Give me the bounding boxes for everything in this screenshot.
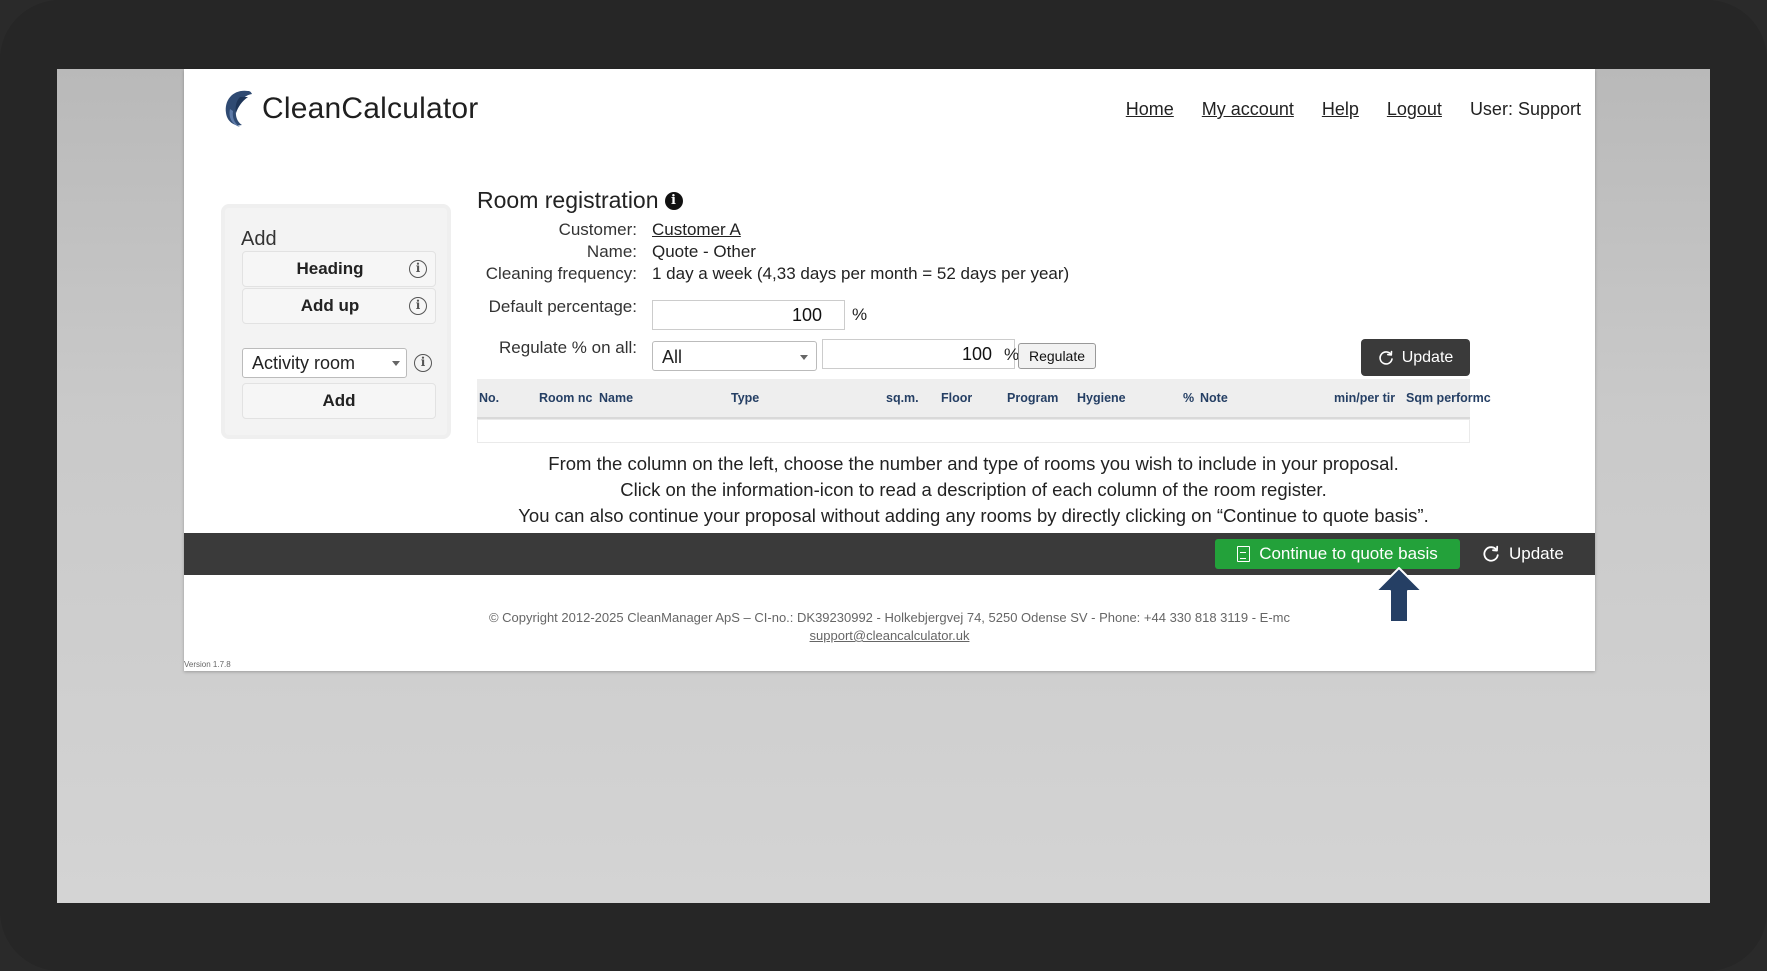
column-header[interactable]: Hygiene (1077, 391, 1126, 405)
add-heading-label: Heading (296, 259, 364, 278)
version-label: Version 1.7.8 (184, 660, 231, 669)
brand-name: CleanCalculator (262, 92, 479, 125)
customer-label: Customer: (558, 220, 637, 239)
default-percentage-unit: % (852, 305, 868, 324)
add-panel: Add Heading i Add up i Activity room i A… (221, 204, 451, 439)
add-up-button[interactable]: Add up i (242, 288, 436, 324)
support-email-link[interactable]: support@cleancalculator.uk (810, 628, 970, 643)
name-label: Name: (586, 242, 637, 261)
add-panel-title: Add (241, 228, 277, 250)
chevron-down-icon (392, 361, 400, 366)
column-header[interactable]: Type (731, 391, 759, 405)
add-room-button[interactable]: Add (242, 383, 436, 419)
column-header[interactable]: Program (1007, 391, 1058, 405)
regulate-percentage-input[interactable]: 100 (822, 339, 1015, 369)
copyright-text: © Copyright 2012-2025 CleanManager ApS –… (488, 610, 1291, 625)
room-table-header: No. Room nc Name Type sq.m. Floor Progra… (477, 379, 1491, 419)
room-table-body (477, 419, 1470, 443)
frequency-label: Cleaning frequency: (485, 264, 637, 283)
heading-info-icon[interactable]: i (409, 260, 427, 278)
update-button[interactable]: Update (1361, 339, 1470, 376)
bar-update-button[interactable]: Update (1482, 539, 1564, 569)
column-header[interactable]: Floor (941, 391, 972, 405)
regulate-label: Regulate % on all: (499, 338, 637, 357)
add-heading-button[interactable]: Heading i (242, 251, 436, 287)
column-header[interactable]: min/per tir (1334, 391, 1401, 405)
brand-logo[interactable]: CleanCalculator (218, 87, 478, 131)
column-header[interactable]: Sqm performc (1406, 391, 1494, 405)
instruction-line: You can also continue your proposal with… (518, 505, 1429, 526)
device-frame: CleanCalculator Home My account Help Log… (0, 0, 1767, 971)
chevron-down-icon (800, 355, 808, 360)
cleaning-frequency-value: 1 day a week (4,33 days per month = 52 d… (652, 264, 1070, 283)
room-registration-title: Room registration (477, 187, 659, 213)
column-header[interactable]: No. (479, 391, 499, 405)
current-user: User: Support (1469, 99, 1581, 119)
nav-home-link[interactable]: Home (1126, 99, 1174, 120)
document-icon (1237, 546, 1251, 562)
top-navigation: Home My account Help Logout User: Suppor… (1126, 99, 1581, 120)
info-icon[interactable]: i (664, 191, 683, 210)
room-type-info-icon[interactable]: i (414, 354, 432, 372)
add-up-label: Add up (300, 296, 360, 315)
feather-logo-icon (225, 90, 252, 127)
add-room-label: Add (322, 391, 356, 410)
app-page: CleanCalculator Home My account Help Log… (184, 69, 1595, 671)
room-type-select[interactable]: Activity room (242, 348, 407, 378)
column-header[interactable]: sq.m. (886, 391, 919, 405)
refresh-icon (1483, 545, 1499, 562)
nav-my-account-link[interactable]: My account (1202, 99, 1294, 120)
column-header[interactable]: % (1183, 391, 1194, 405)
add-up-info-icon[interactable]: i (409, 297, 427, 315)
regulate-button[interactable]: Regulate (1018, 343, 1096, 369)
browser-viewport: CleanCalculator Home My account Help Log… (57, 69, 1710, 903)
footer: © Copyright 2012-2025 CleanManager ApS –… (184, 609, 1595, 645)
instruction-line: From the column on the left, choose the … (548, 453, 1399, 474)
quote-details-labels: Customer: Name: Cleaning frequency: Defa… (477, 220, 637, 357)
regulate-scope-value: All (662, 347, 683, 367)
update-button-label: Update (1401, 348, 1454, 366)
regulate-scope-select[interactable]: All (652, 341, 817, 371)
instructions-text: From the column on the left, choose the … (477, 451, 1470, 529)
room-type-selected-value: Activity room (252, 353, 356, 373)
instruction-line: Click on the information-icon to read a … (620, 479, 1327, 500)
bar-update-label: Update (1509, 544, 1564, 563)
regulate-percentage-unit: % (1004, 345, 1020, 364)
column-header[interactable]: Name (599, 391, 633, 405)
page-title: Room registration i (477, 187, 683, 214)
default-percentage-input[interactable]: 100 (652, 300, 845, 330)
quote-name-value: Quote - Other (652, 242, 756, 261)
nav-logout-link[interactable]: Logout (1387, 99, 1442, 120)
continue-button-label: Continue to quote basis (1259, 544, 1438, 563)
customer-link[interactable]: Customer A (652, 220, 741, 240)
nav-help-link[interactable]: Help (1322, 99, 1359, 120)
column-header[interactable]: Note (1200, 391, 1228, 405)
default-percentage-label: Default percentage: (488, 297, 637, 316)
refresh-icon (1379, 350, 1393, 365)
continue-to-quote-basis-button[interactable]: Continue to quote basis (1215, 539, 1460, 569)
column-header[interactable]: Room nc (539, 391, 594, 405)
